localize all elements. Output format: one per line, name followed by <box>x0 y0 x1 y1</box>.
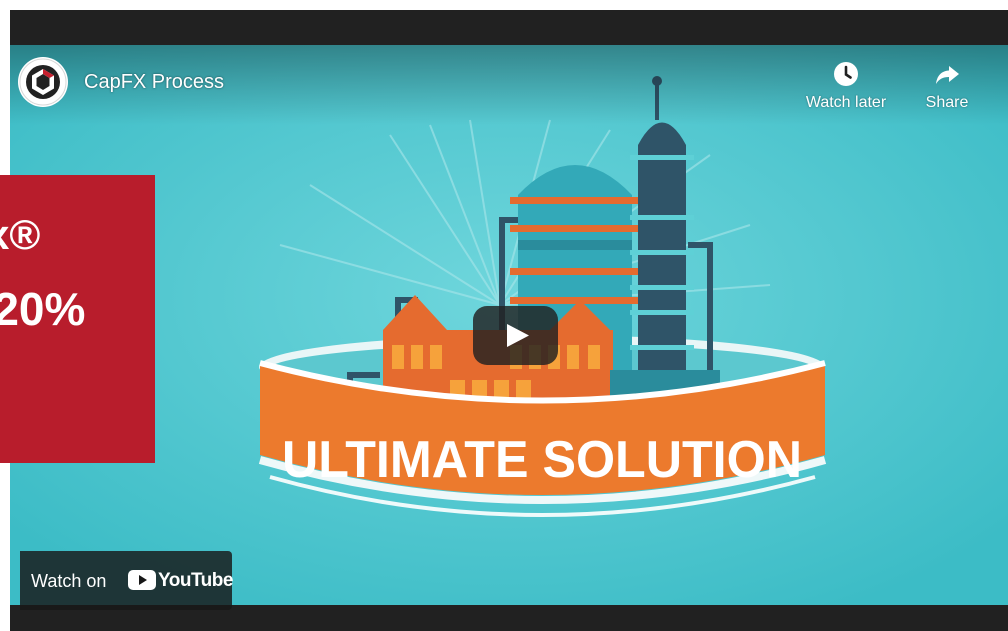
banner-text: ULTIMATE SOLUTION <box>282 431 802 489</box>
share-arrow-icon <box>933 60 961 88</box>
share-label: Share <box>925 94 969 111</box>
share-button[interactable]: Share <box>915 60 979 112</box>
channel-logo-icon <box>19 58 67 106</box>
promo-line-2: -20% <box>0 283 86 335</box>
video-title[interactable]: CapFX Process <box>84 71 224 94</box>
promo-line-1: fx® <box>0 211 41 258</box>
watch-on-youtube-button[interactable]: Watch on YouTube <box>20 551 233 610</box>
clock-icon <box>832 60 860 88</box>
play-button[interactable] <box>473 306 558 365</box>
watch-later-label: Watch later <box>805 94 887 111</box>
youtube-logo-icon <box>128 570 156 590</box>
video-player[interactable]: ULTIMATE SOLUTION CapFX Process Watch la… <box>10 10 1008 631</box>
watch-later-button[interactable]: Watch later <box>798 60 894 112</box>
play-icon <box>507 324 529 347</box>
promo-panel: fx® -20% <box>0 175 155 463</box>
youtube-wordmark: YouTube <box>158 570 233 591</box>
channel-avatar[interactable] <box>18 57 68 107</box>
watch-on-label: Watch on <box>31 571 107 591</box>
